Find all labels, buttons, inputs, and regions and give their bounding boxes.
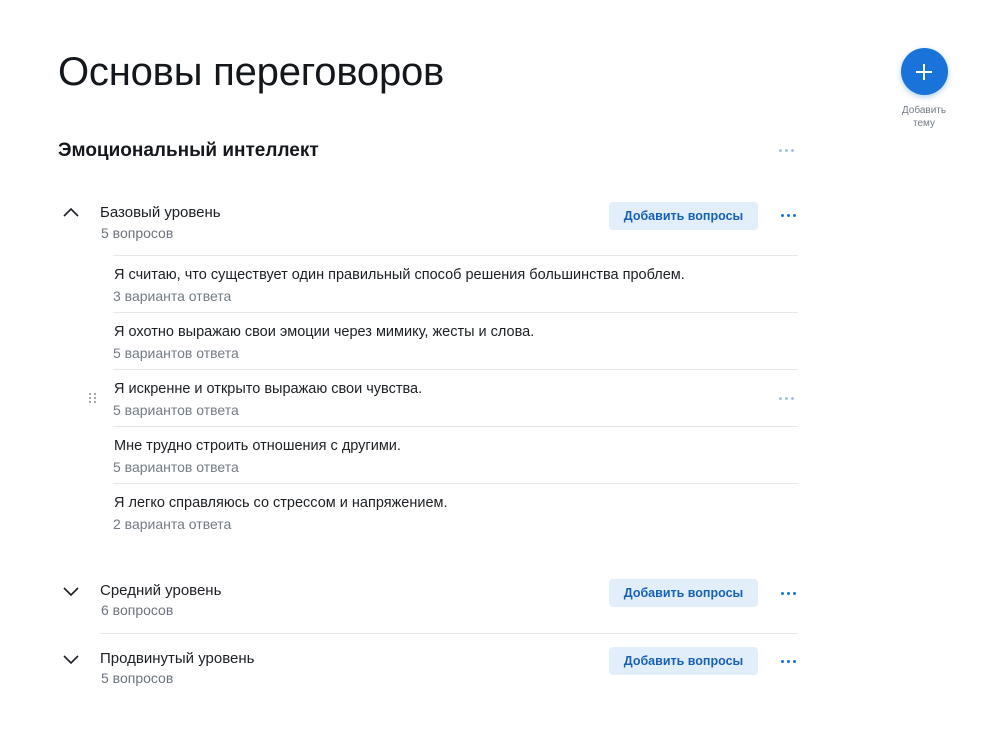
divider xyxy=(113,426,798,427)
drag-handle-icon[interactable] xyxy=(89,393,97,405)
divider xyxy=(100,633,798,634)
chevron-down-icon[interactable] xyxy=(61,649,81,669)
divider xyxy=(113,255,798,256)
question-text: Я искренне и открыто выражаю свои чувств… xyxy=(114,381,423,397)
plus-icon xyxy=(916,63,932,80)
divider xyxy=(113,312,798,313)
level-more-icon[interactable] xyxy=(776,653,800,669)
level-more-icon[interactable] xyxy=(776,207,800,223)
chevron-up-icon[interactable] xyxy=(61,203,81,223)
add-topic: Добавить тему xyxy=(896,48,952,130)
level-title: Средний уровень xyxy=(100,582,222,599)
divider xyxy=(113,483,798,484)
question-answers: 3 варианта ответа xyxy=(113,288,232,304)
level-title: Продвинутый уровень xyxy=(100,650,255,667)
level-more-icon[interactable] xyxy=(776,585,800,601)
level-title: Базовый уровень xyxy=(100,204,221,221)
add-topic-button[interactable] xyxy=(900,48,948,95)
add-questions-button[interactable]: Добавить вопросы xyxy=(609,202,758,230)
level-count: 6 вопросов xyxy=(101,602,174,618)
add-topic-label: Добавить тему xyxy=(901,105,947,129)
question-text: Мне трудно строить отношения с другими. xyxy=(114,438,401,454)
question-answers: 2 варианта ответа xyxy=(113,516,232,532)
section-more-icon[interactable] xyxy=(774,142,798,158)
level-count: 5 вопросов xyxy=(101,225,174,241)
question-answers: 5 вариантов ответа xyxy=(113,345,239,361)
question-answers: 5 вариантов ответа xyxy=(113,402,239,418)
add-questions-button[interactable]: Добавить вопросы xyxy=(609,647,758,675)
chevron-down-icon[interactable] xyxy=(61,581,81,601)
section-title: Эмоциональный интеллект xyxy=(58,140,319,161)
question-more-icon[interactable] xyxy=(774,390,798,406)
question-text: Я считаю, что существует один правильный… xyxy=(114,267,685,283)
question-answers: 5 вариантов ответа xyxy=(113,459,239,475)
question-text: Я легко справляюсь со стрессом и напряже… xyxy=(114,495,448,511)
add-questions-button[interactable]: Добавить вопросы xyxy=(609,579,758,607)
divider xyxy=(113,369,798,370)
level-count: 5 вопросов xyxy=(101,670,174,686)
question-text: Я охотно выражаю свои эмоции через мимик… xyxy=(114,324,535,340)
page-title: Основы переговоров xyxy=(58,50,445,94)
